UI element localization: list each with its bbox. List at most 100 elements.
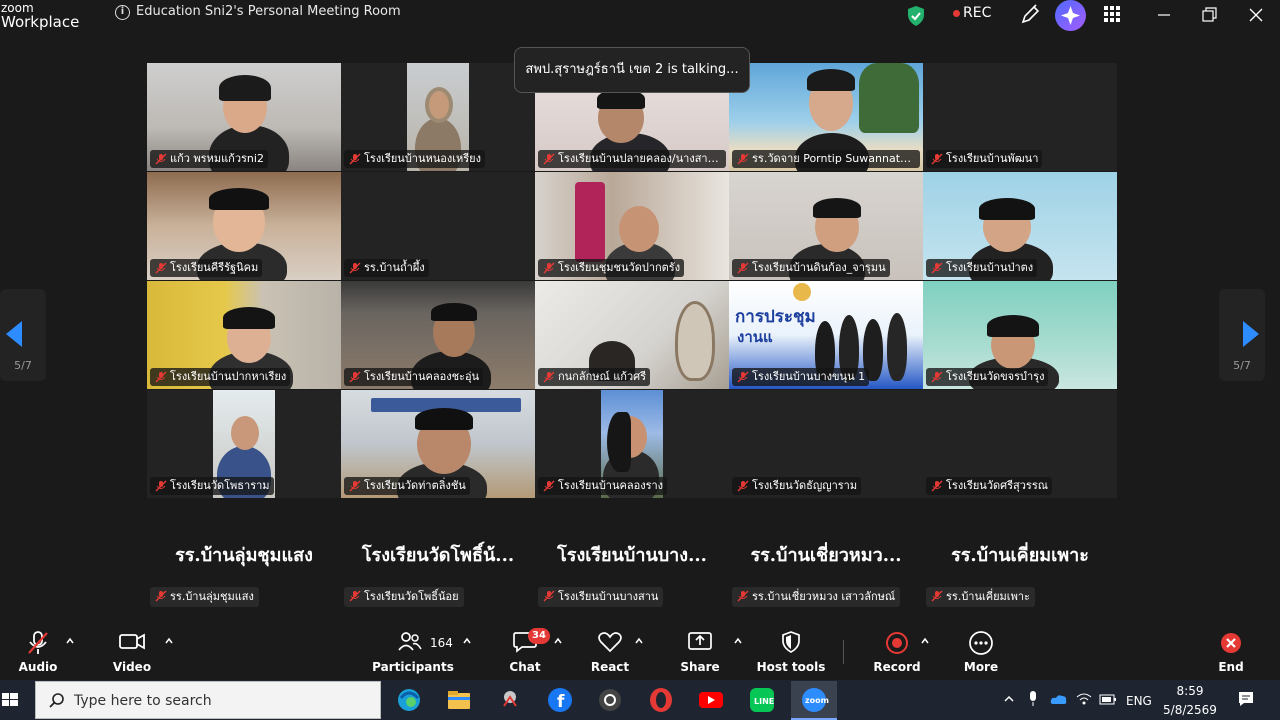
search-icon: [49, 693, 64, 708]
participant-large-name[interactable]: โรงเรียนวัดโพธิ์น้...: [341, 540, 535, 569]
input-language-indicator[interactable]: ENG: [1126, 694, 1152, 708]
participant-tile[interactable]: โรงเรียนบ้านหนองเหรียง: [341, 63, 535, 171]
record-button[interactable]: Record: [872, 620, 922, 680]
annotate-pen-icon[interactable]: [1019, 4, 1041, 26]
audio-button[interactable]: Audio: [10, 620, 66, 680]
page-indicator-right: 5/7: [1233, 359, 1251, 372]
muted-mic-icon: [155, 371, 167, 383]
svg-text:LINE: LINE: [754, 697, 774, 706]
video-button[interactable]: Video: [104, 620, 160, 680]
windows-start-icon[interactable]: [0, 688, 20, 712]
participant-large-name[interactable]: รร.บ้านเคี่ยมเพาะ: [923, 540, 1117, 569]
end-label: End: [1218, 660, 1244, 674]
participant-name-text: โรงเรียนบ้านดินก้อง_จารุมน: [752, 261, 886, 274]
participant-tile[interactable]: การประชุม งานแ โรงเรียนบ้านบางขนุน 1: [729, 281, 923, 389]
restore-window-button[interactable]: [1197, 3, 1221, 27]
video-camera-icon: [119, 633, 145, 650]
security-shield-icon[interactable]: [906, 5, 926, 27]
participant-tile[interactable]: โรงเรียนวัดขจรบำรุง: [923, 281, 1117, 389]
participant-name-text: โรงเรียนวัดธัญญาราม: [752, 479, 858, 492]
participant-tile[interactable]: รร.บ้านถ้ำผึ้ง: [341, 172, 535, 280]
participant-tile[interactable]: โรงเรียนบ้านพัฒนา: [923, 63, 1117, 171]
participants-button[interactable]: Participants: [372, 620, 454, 680]
wifi-icon[interactable]: [1076, 692, 1092, 706]
participant-name-text: โรงเรียนบ้านพัฒนา: [946, 152, 1039, 165]
minimize-window-button[interactable]: [1152, 3, 1176, 27]
muted-mic-icon: [931, 480, 943, 492]
participant-name: โรงเรียนบ้านปากหาเรียง: [150, 368, 291, 386]
participant-tile[interactable]: โรงเรียนวัดท่าตลิ่งชัน: [341, 390, 535, 498]
svg-text:f: f: [557, 692, 565, 712]
muted-mic-icon: [737, 371, 749, 383]
close-window-button[interactable]: [1244, 3, 1268, 27]
participant-tile[interactable]: โรงเรียนบ้านปากหาเรียง: [147, 281, 341, 389]
participant-name: โรงเรียนบ้านบางสาน: [538, 587, 664, 607]
window-background: [675, 301, 715, 381]
react-options-chevron-icon[interactable]: [634, 636, 644, 646]
more-options-icon: [969, 631, 993, 655]
participant-name: โรงเรียนบ้านคลองชะอุ่น: [344, 368, 484, 386]
clock-date[interactable]: 5/8/2569: [1160, 703, 1220, 717]
react-button[interactable]: React: [585, 620, 635, 680]
participant-tile[interactable]: กนกลักษณ์ แก้วศรี: [535, 281, 729, 389]
end-meeting-button[interactable]: End: [1206, 620, 1256, 680]
title-bar: zoom Workplace i Education Sni2's Person…: [0, 0, 1280, 40]
participant-name: โรงเรียนบ้านพัฒนา: [926, 150, 1043, 168]
participant-tile[interactable]: โรงเรียนบ้านคลองราง: [535, 390, 729, 498]
participants-options-chevron-icon[interactable]: [462, 636, 472, 646]
muted-mic-icon: [737, 153, 749, 165]
file-explorer-icon[interactable]: [443, 684, 475, 716]
share-button[interactable]: Share: [675, 620, 725, 680]
participant-tile[interactable]: โรงเรียนคีรีรัฐนิคม: [147, 172, 341, 280]
tray-overflow-chevron-icon[interactable]: [1002, 692, 1016, 706]
share-options-chevron-icon[interactable]: [733, 636, 743, 646]
participant-tile[interactable]: โรงเรียนวัดศรีสุวรรณ: [923, 390, 1117, 498]
opera-icon[interactable]: [645, 684, 677, 716]
tray-microphone-icon[interactable]: [1026, 690, 1040, 708]
participant-tile[interactable]: โรงเรียนวัดธัญญาราม: [729, 390, 923, 498]
more-button[interactable]: More: [956, 620, 1006, 680]
palm-tree-background: [859, 63, 919, 133]
participant-tile[interactable]: แก้ว พรหมแก้วรni2: [147, 63, 341, 171]
participant-name-text: โรงเรียนวัดท่าตลิ่งชัน: [364, 479, 466, 492]
participant-tile[interactable]: โรงเรียนบ้านคลองชะอุ่น: [341, 281, 535, 389]
participant-tile[interactable]: โรงเรียนบ้านดินก้อง_จารุมน: [729, 172, 923, 280]
muted-mic-icon: [543, 371, 555, 383]
host-tools-button[interactable]: Host tools: [756, 620, 826, 680]
clock-time[interactable]: 8:59: [1170, 684, 1210, 698]
recording-indicator[interactable]: REC: [963, 5, 991, 21]
muted-mic-icon: [349, 262, 361, 274]
battery-icon[interactable]: [1099, 694, 1117, 705]
participant-name-text: แก้ว พรหมแก้วรni2: [170, 152, 264, 165]
facebook-icon[interactable]: f: [544, 684, 576, 716]
network-app-icon[interactable]: [494, 684, 526, 716]
participant-large-name[interactable]: รร.บ้านเชี่ยวหมว...: [729, 540, 923, 569]
toolbar-divider: [843, 640, 844, 664]
apps-grid-icon[interactable]: [1104, 6, 1120, 22]
video-options-chevron-icon[interactable]: [164, 636, 174, 646]
participant-tile[interactable]: รร.วัดจาย Porntip Suwannata...: [729, 63, 923, 171]
next-page-button[interactable]: 5/7: [1219, 289, 1265, 381]
participant-face: [425, 87, 453, 123]
participant-tile[interactable]: โรงเรียนวัดโพธาราม: [147, 390, 341, 498]
onedrive-cloud-icon[interactable]: [1050, 693, 1068, 705]
line-app-icon[interactable]: LINE: [746, 684, 778, 716]
previous-page-button[interactable]: 5/7: [0, 289, 46, 381]
participant-tile[interactable]: โรงเรียนบ้านป่าตง: [923, 172, 1117, 280]
audio-options-chevron-icon[interactable]: [65, 636, 75, 646]
share-label: Share: [680, 660, 720, 674]
record-options-chevron-icon[interactable]: [920, 636, 930, 646]
muted-mic-icon: [349, 590, 361, 602]
participant-name-text: โรงเรียนชุมชนวัดปากตรัง: [558, 261, 681, 274]
edge-browser-icon[interactable]: [393, 684, 425, 716]
ai-companion-icon[interactable]: [1055, 0, 1086, 31]
participant-tile[interactable]: โรงเรียนชุมชนวัดปากตรัง: [535, 172, 729, 280]
chrome-style-icon[interactable]: [594, 684, 626, 716]
participant-large-name[interactable]: รร.บ้านลุ่มชุมแสง: [147, 540, 341, 569]
participant-large-name[interactable]: โรงเรียนบ้านบาง...: [535, 540, 729, 569]
zoom-app-icon[interactable]: zoom: [798, 684, 830, 716]
youtube-icon[interactable]: [695, 684, 727, 716]
notification-center-icon[interactable]: [1237, 690, 1255, 708]
meeting-info-icon[interactable]: i: [115, 5, 130, 20]
chat-options-chevron-icon[interactable]: [553, 636, 563, 646]
